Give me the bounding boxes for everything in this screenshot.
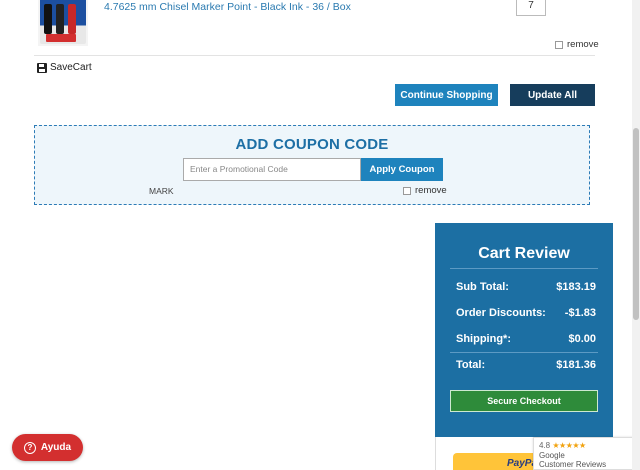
product-name-link[interactable]: 4.7625 mm Chisel Marker Point - Black In…: [104, 1, 351, 13]
coupon-panel: ADD COUPON CODE Enter a Promotional Code…: [34, 125, 590, 205]
cart-review-title: Cart Review: [478, 245, 570, 262]
apply-coupon-button[interactable]: Apply Coupon: [361, 158, 443, 181]
shipping-row: Shipping*: $0.00: [456, 333, 596, 345]
discount-value: -$1.83: [564, 307, 596, 319]
save-cart-link[interactable]: SaveCart: [37, 62, 92, 73]
divider: [34, 55, 595, 56]
total-label: Total:: [456, 359, 486, 371]
coupon-remove[interactable]: remove: [403, 185, 447, 196]
customer-reviews-label: Customer Reviews: [539, 460, 607, 469]
total-value: $181.36: [556, 359, 596, 371]
google-reviews-badge[interactable]: 4.8 ★★★★★ Google Customer Reviews: [533, 437, 640, 470]
discount-label: Order Discounts:: [456, 307, 546, 319]
cart-review-panel: Cart Review Sub Total: $183.19 Order Dis…: [435, 223, 613, 437]
coupon-remove-checkbox[interactable]: [403, 186, 411, 195]
divider: [450, 352, 598, 353]
continue-shopping-button[interactable]: Continue Shopping: [395, 84, 498, 106]
product-image[interactable]: [38, 0, 88, 46]
divider: [450, 268, 598, 269]
coupon-remove-label: remove: [415, 185, 447, 196]
scrollbar-thumb[interactable]: [633, 128, 639, 320]
shipping-label: Shipping*:: [456, 333, 511, 345]
subtotal-row: Sub Total: $183.19: [456, 281, 596, 293]
secure-checkout-button[interactable]: Secure Checkout: [450, 390, 598, 412]
promo-code-input[interactable]: Enter a Promotional Code: [183, 158, 361, 181]
discount-row: Order Discounts: -$1.83: [456, 307, 596, 319]
google-rating: 4.8: [539, 441, 551, 450]
coupon-title: ADD COUPON CODE: [235, 136, 389, 153]
help-label: Ayuda: [40, 442, 72, 453]
star-rating-icon: ★★★★★: [552, 441, 586, 450]
total-row: Total: $181.36: [456, 359, 596, 371]
shipping-value: $0.00: [568, 333, 596, 345]
save-cart-label: SaveCart: [50, 62, 92, 73]
product-remove[interactable]: remove: [555, 39, 599, 50]
subtotal-value: $183.19: [556, 281, 596, 293]
google-label: Google: [539, 450, 565, 460]
remove-checkbox[interactable]: [555, 40, 563, 49]
applied-coupon-code: MARK: [149, 186, 174, 196]
help-button[interactable]: ? Ayuda: [12, 434, 83, 461]
quantity-input[interactable]: 7: [516, 0, 546, 16]
floppy-disk-icon: [37, 62, 47, 73]
update-all-button[interactable]: Update All: [510, 84, 595, 106]
subtotal-label: Sub Total:: [456, 281, 509, 293]
question-icon: ?: [23, 441, 36, 454]
remove-label: remove: [567, 39, 599, 50]
